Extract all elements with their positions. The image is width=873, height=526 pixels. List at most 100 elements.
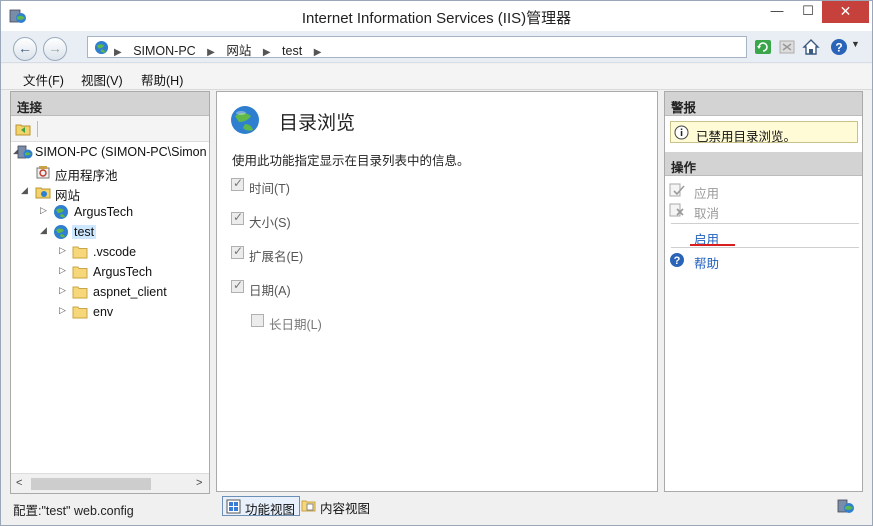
checkbox-long-date[interactable]: 长日期(L)	[251, 312, 371, 332]
horizontal-scrollbar[interactable]: < >	[11, 473, 209, 493]
tree-expander[interactable]: ◢	[21, 185, 28, 196]
address-bar[interactable]: ▶ SIMON-PC ▶ 网站 ▶ test ▶	[87, 36, 747, 58]
tab-label: 功能视图	[245, 503, 296, 517]
checkbox-date[interactable]: 日期(A)	[231, 278, 351, 298]
globe-icon	[94, 40, 109, 55]
folder-icon	[72, 286, 88, 299]
tree-item-folder-vscode[interactable]: ▷ .vscode	[11, 242, 209, 262]
app-pool-icon	[36, 166, 50, 179]
breadcrumb-item-sites[interactable]: 网站	[226, 44, 251, 58]
action-enable[interactable]: 启用	[669, 226, 849, 247]
tree-item-label: test	[72, 225, 97, 239]
tree-item-label: .vscode	[93, 245, 137, 259]
connections-panel: 连接 ◢ SIMON-PC (SIMON-PC\Simon 应用程序池 ◢ 网站…	[10, 91, 210, 494]
scroll-left-arrow[interactable]: <	[16, 477, 22, 489]
globe-icon	[54, 205, 68, 219]
minimize-button[interactable]: —	[763, 1, 791, 23]
stop-icon[interactable]	[777, 37, 797, 57]
back-button[interactable]: ←	[13, 37, 37, 61]
help-icon: ?	[670, 253, 684, 267]
tree-item-label: aspnet_client	[93, 285, 167, 299]
apply-icon	[669, 183, 685, 197]
actions-divider	[671, 247, 859, 248]
tree-item-site-test[interactable]: ◢ test	[11, 222, 209, 242]
window-title: Internet Information Services (IIS)管理器	[301, 10, 572, 27]
tree-item-server[interactable]: ◢ SIMON-PC (SIMON-PC\Simon	[11, 142, 209, 162]
help-icon[interactable]: ?	[829, 37, 849, 57]
tree-expander[interactable]: ◢	[40, 225, 47, 236]
action-apply[interactable]: 应用	[669, 180, 849, 201]
tree-item-label: SIMON-PC (SIMON-PC\Simon	[35, 145, 207, 159]
breadcrumb-separator: ▶	[262, 47, 271, 58]
checkbox-size[interactable]: 大小(S)	[231, 210, 351, 230]
breadcrumb-separator: ▶	[114, 47, 122, 58]
checkbox-box[interactable]	[231, 244, 244, 259]
toolbar-divider	[37, 121, 38, 137]
highlight-underline	[690, 244, 735, 246]
status-text: 配置:"test" web.config	[13, 504, 134, 518]
tree-expander[interactable]: ▷	[59, 285, 66, 296]
checkbox-time[interactable]: 时间(T)	[231, 176, 351, 196]
checkbox-box[interactable]	[231, 278, 244, 293]
tree-expander[interactable]: ▷	[59, 265, 66, 276]
iis-manager-window: Internet Information Services (IIS)管理器 —…	[0, 0, 873, 526]
tree-expander[interactable]: ▷	[59, 305, 66, 316]
checkbox-label: 日期(A)	[249, 284, 291, 298]
tree-item-folder-argustech[interactable]: ▷ ArgusTech	[11, 262, 209, 282]
page-description: 使用此功能指定显示在目录列表中的信息。	[232, 154, 470, 168]
tree-item-label: env	[93, 305, 114, 319]
home-icon[interactable]	[801, 37, 821, 57]
refresh-icon[interactable]	[753, 37, 773, 57]
menu-view[interactable]: 视图(V)	[81, 70, 123, 89]
tree-item-sites[interactable]: ◢ 网站	[11, 182, 209, 203]
tree-item-label: ArgusTech	[74, 205, 134, 219]
folder-icon	[72, 306, 88, 319]
breadcrumb-item-server[interactable]: SIMON-PC	[133, 44, 196, 58]
tab-label: 内容视图	[320, 502, 371, 516]
scrollbar-thumb[interactable]	[31, 478, 151, 490]
tab-features-view[interactable]: 功能视图	[222, 496, 301, 517]
action-cancel[interactable]: 取消	[669, 200, 849, 221]
scroll-right-arrow[interactable]: >	[196, 477, 202, 489]
breadcrumb-item-test[interactable]: test	[282, 44, 302, 58]
checkbox-label: 大小(S)	[249, 216, 291, 230]
tree-expander[interactable]: ▷	[40, 205, 47, 216]
connect-icon[interactable]	[15, 121, 31, 137]
svg-text:?: ?	[835, 41, 842, 55]
breadcrumb-separator: ▶	[313, 47, 322, 58]
forward-button[interactable]: →	[43, 37, 67, 61]
checkbox-box[interactable]	[231, 210, 244, 225]
arrow-right-icon: →	[48, 40, 62, 56]
checkbox-box[interactable]	[251, 314, 264, 327]
breadcrumb: ▶ SIMON-PC ▶ 网站 ▶ test ▶	[114, 40, 329, 59]
checkbox-label: 时间(T)	[249, 182, 290, 196]
tree-expander[interactable]: ▷	[59, 245, 66, 256]
checkbox-box[interactable]	[231, 176, 244, 191]
chevron-down-icon[interactable]: ▼	[851, 39, 860, 49]
menu-bar: 文件(F) 视图(V) 帮助(H)	[1, 64, 872, 90]
navigation-bar: ← → ▶ SIMON-PC ▶ 网站 ▶ test ▶ ? ▼	[1, 31, 872, 63]
sites-folder-icon	[35, 187, 51, 199]
globe-icon	[54, 225, 68, 239]
action-label: 帮助	[694, 257, 720, 271]
close-button[interactable]: ✕	[822, 1, 869, 23]
feature-panel: 目录浏览 使用此功能指定显示在目录列表中的信息。 时间(T) 大小(S) 扩展名…	[216, 91, 658, 492]
actions-panel: 警报 已禁用目录浏览。 操作 应用 取消 启用 ? 帮助	[664, 91, 863, 492]
checkbox-extension[interactable]: 扩展名(E)	[231, 244, 351, 264]
tree-item-label: ArgusTech	[93, 265, 153, 279]
menu-help[interactable]: 帮助(H)	[141, 70, 183, 89]
title-bar: Internet Information Services (IIS)管理器 —…	[1, 1, 872, 31]
svg-text:?: ?	[674, 255, 681, 267]
arrow-left-icon: ←	[18, 40, 32, 56]
action-help[interactable]: ? 帮助	[669, 250, 849, 271]
tree-item-site-argustech[interactable]: ▷ ArgusTech	[11, 202, 209, 222]
tree-item-folder-aspnet-client[interactable]: ▷ aspnet_client	[11, 282, 209, 302]
breadcrumb-separator: ▶	[207, 47, 215, 58]
view-tabs: 功能视图 内容视图	[216, 494, 658, 518]
tab-content-view[interactable]: 内容视图	[298, 496, 374, 516]
maximize-button[interactable]: ☐	[794, 1, 822, 23]
menu-file[interactable]: 文件(F)	[23, 70, 64, 89]
actions-title: 操作	[665, 152, 862, 176]
tree-item-folder-env[interactable]: ▷ env	[11, 302, 209, 322]
tree-item-app-pools[interactable]: 应用程序池	[11, 162, 209, 183]
